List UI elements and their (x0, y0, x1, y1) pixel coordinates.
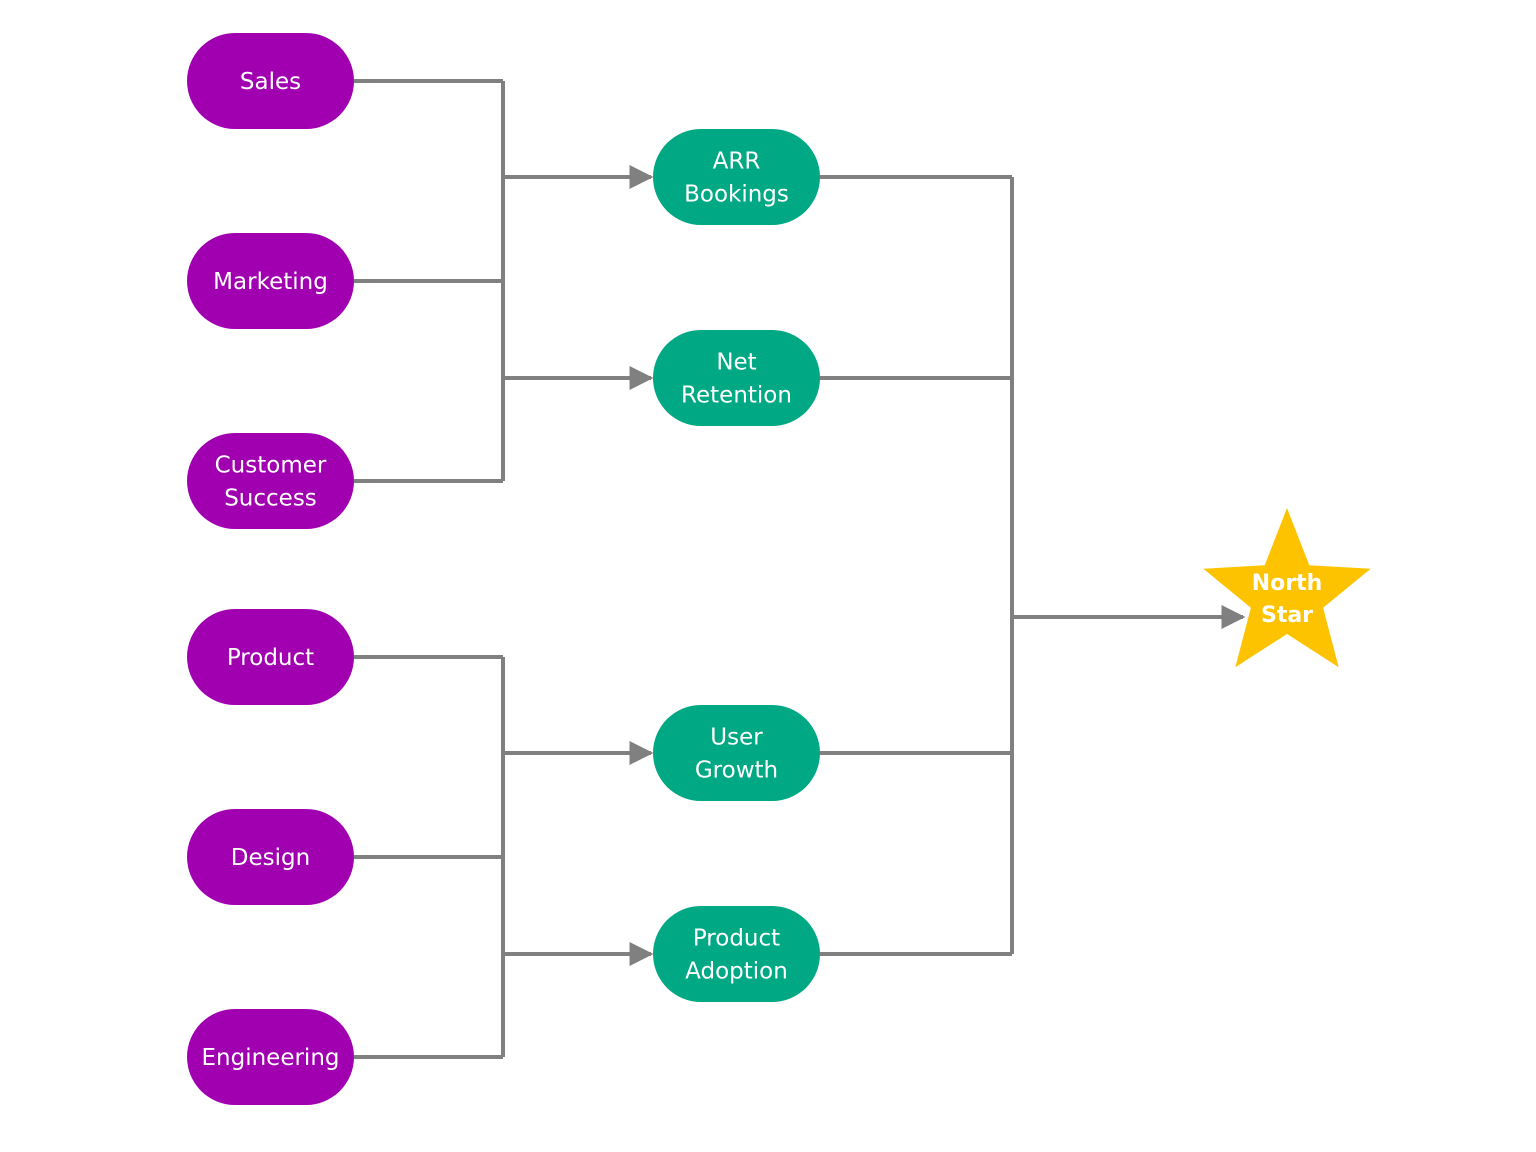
metric-node-net-retention-shape (653, 330, 820, 426)
team-node-sales[interactable]: Sales (187, 33, 354, 129)
team-node-customer-success-label: Success (224, 486, 317, 512)
metric-node-product-adoption[interactable]: Product Adoption (653, 906, 820, 1002)
team-node-engineering-label: Engineering (202, 1045, 340, 1071)
metric-node-arr-bookings-label: ARR (713, 149, 761, 175)
metric-node-user-growth-label: Growth (695, 758, 778, 784)
metric-node-product-adoption-label: Product (693, 926, 780, 952)
team-node-design-label: Design (231, 845, 310, 871)
team-node-product[interactable]: Product (187, 609, 354, 705)
team-node-marketing-label: Marketing (213, 269, 328, 295)
metric-node-product-adoption-label: Adoption (685, 959, 788, 985)
metric-node-arr-bookings[interactable]: ARR Bookings (653, 129, 820, 225)
north-star-diagram: Sales Marketing Customer Success Product Desi… (187, 33, 1371, 1105)
north-star-node[interactable]: North Star (1203, 508, 1371, 668)
nodes: Sales Marketing Customer Success Product Desi… (187, 33, 1371, 1105)
metric-node-net-retention-label: Retention (681, 383, 792, 409)
team-node-sales-label: Sales (240, 69, 301, 95)
metric-node-user-growth[interactable]: User Growth (653, 705, 820, 801)
team-node-design[interactable]: Design (187, 809, 354, 905)
team-node-customer-success[interactable]: Customer Success (187, 433, 354, 529)
team-node-customer-success-label: Customer (215, 453, 327, 479)
team-node-product-label: Product (227, 645, 314, 671)
metric-node-arr-bookings-shape (653, 129, 820, 225)
metric-node-net-retention[interactable]: Net Retention (653, 330, 820, 426)
team-node-customer-success-shape (187, 433, 354, 529)
metric-node-net-retention-label: Net (716, 350, 756, 376)
metric-node-user-growth-label: User (710, 725, 763, 751)
metric-node-user-growth-shape (653, 705, 820, 801)
team-node-engineering[interactable]: Engineering (187, 1009, 354, 1105)
connectors (354, 79, 1246, 1059)
team-node-marketing[interactable]: Marketing (187, 233, 354, 329)
north-star-label: North (1252, 571, 1323, 596)
north-star-label: Star (1261, 603, 1313, 628)
metric-node-product-adoption-shape (653, 906, 820, 1002)
metric-node-arr-bookings-label: Bookings (684, 182, 789, 208)
